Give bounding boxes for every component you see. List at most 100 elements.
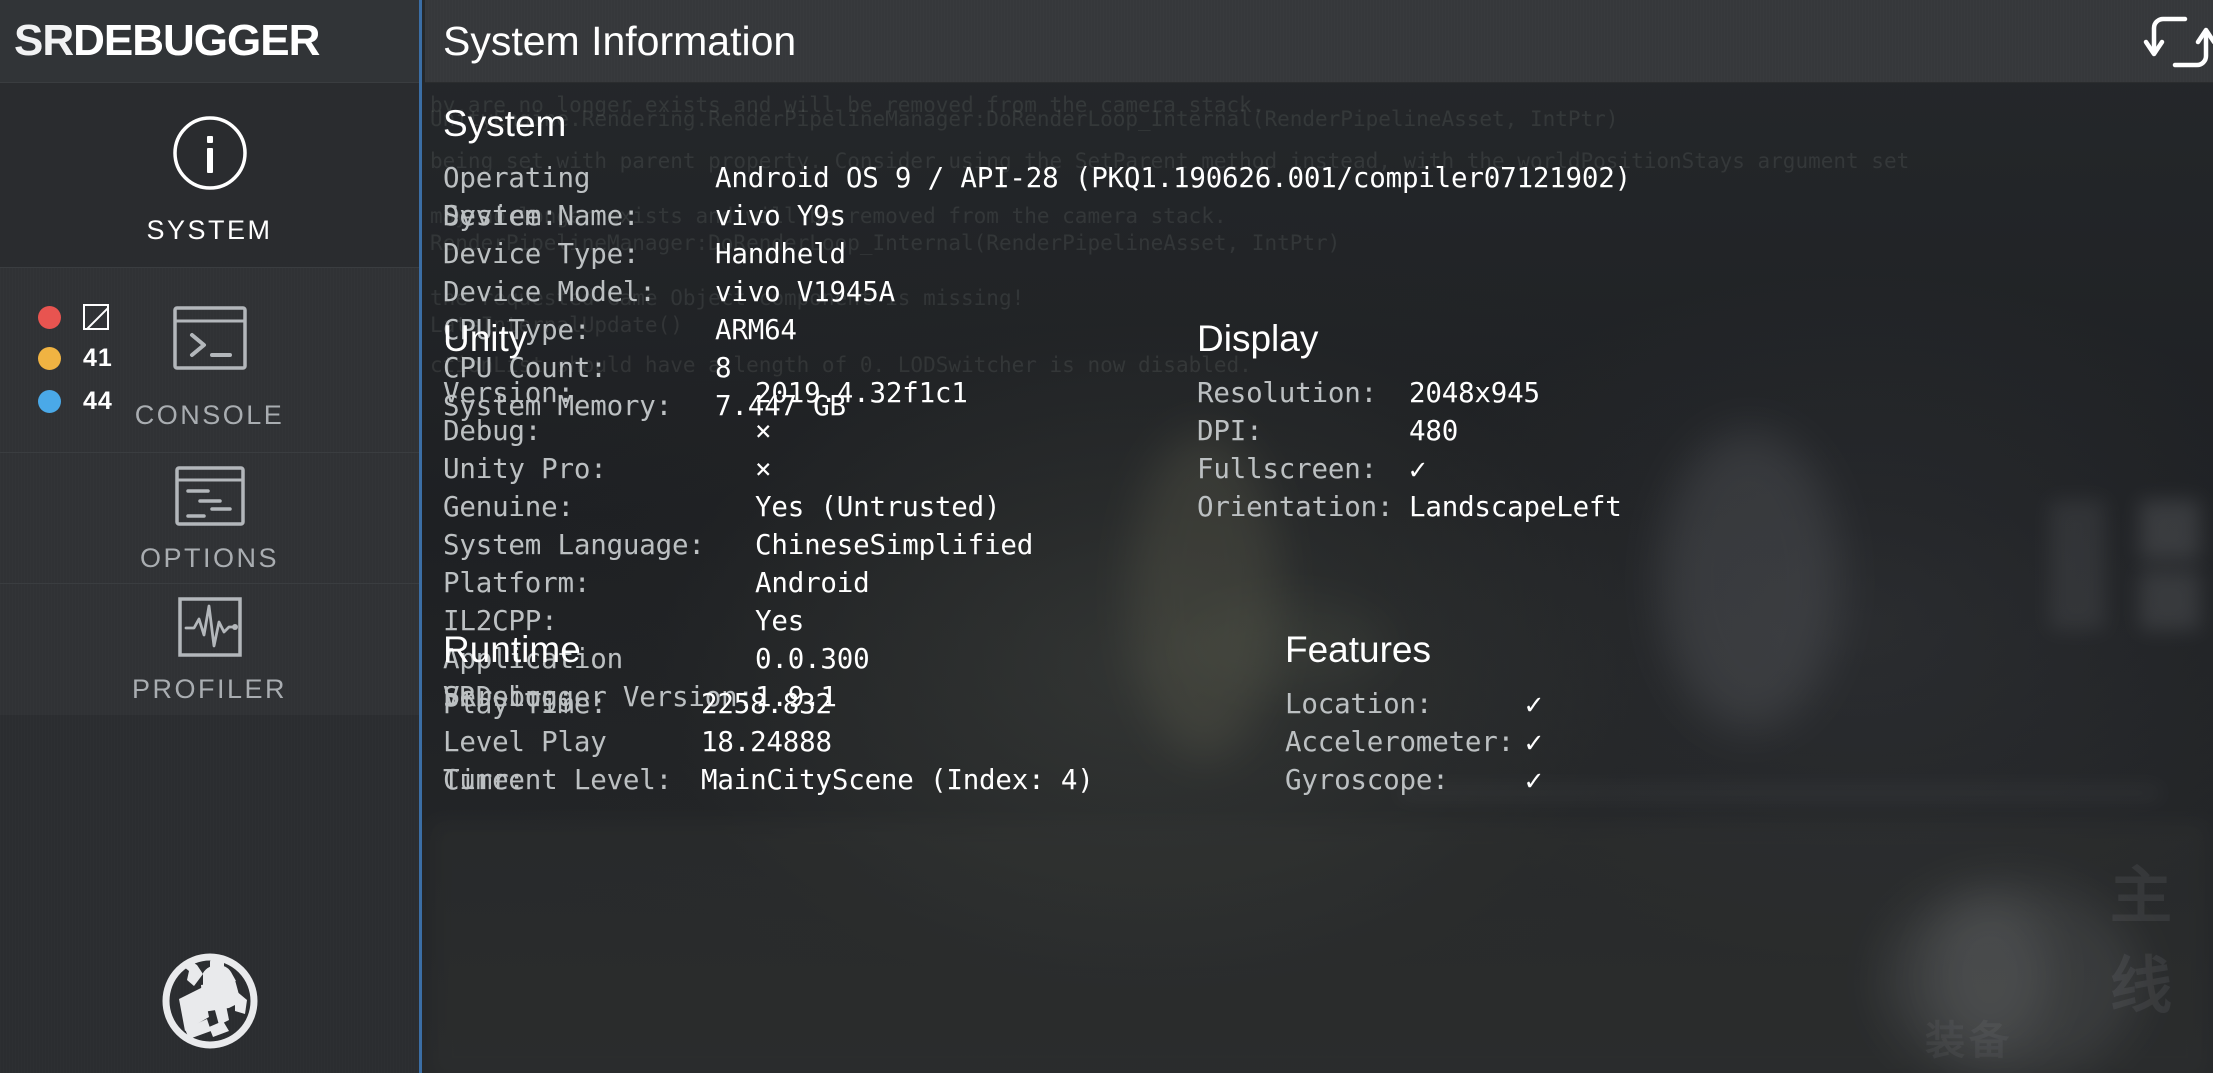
table-row: Orientation: LandscapeLeft xyxy=(1197,488,1622,526)
table-row: Gyroscope: ✓ xyxy=(1285,761,1542,799)
row-value: vivo Y9s xyxy=(715,200,846,232)
brand-prefix: SR xyxy=(14,16,74,65)
table-row: Device Type: Handheld xyxy=(443,235,1631,273)
brand-suffix: DEBUGGER xyxy=(73,16,320,65)
waveform-icon xyxy=(177,594,243,660)
table-row: Level Play Time: 18.24888 xyxy=(443,723,1094,796)
content-area: System Information System Operating Syst… xyxy=(425,0,2213,1073)
section-display: Display Resolution: 2048x945 DPI: 480 Full… xyxy=(1197,320,1622,526)
error-dot-icon xyxy=(38,305,61,329)
row-key: Play Time: xyxy=(443,688,607,720)
sidebar: SRDEBUGGER SYSTEM 41 44 CONSOLE OPTIONS … xyxy=(0,0,422,1073)
table-row: Play Time: 2258.832 xyxy=(443,685,1094,723)
table-row: Fullscreen: ✓ xyxy=(1197,450,1622,488)
row-value: Yes (Untrusted) xyxy=(755,491,1001,523)
section-system-title: System xyxy=(443,103,567,144)
row-key: Current Level: xyxy=(443,764,672,796)
row-value: vivo V1945A xyxy=(715,276,895,308)
table-row: Current Level: MainCityScene (Index: 4) xyxy=(443,761,1094,799)
table-row: Operating System: Android OS 9 / API-28 (… xyxy=(443,159,1631,232)
section-runtime: Runtime Play Time: 2258.832 Level Play Ti… xyxy=(443,631,1094,799)
brand-wordmark: SRDEBUGGER xyxy=(14,16,320,65)
options-window-icon xyxy=(174,463,246,529)
sidebar-item-console[interactable]: 41 44 CONSOLE xyxy=(0,268,419,453)
table-row: System Language: ChineseSimplified xyxy=(443,526,1033,564)
section-features: Features Location: ✓ Accelerometer: ✓ Gyro… xyxy=(1285,631,1542,799)
row-key: System Language: xyxy=(443,529,705,561)
sidebar-item-console-label: CONSOLE xyxy=(134,399,285,430)
section-display-rows: Resolution: 2048x945 DPI: 480 Fullscreen: ✓… xyxy=(1197,374,1622,526)
stompy-robot-logo xyxy=(0,943,419,1053)
table-row: Location: ✓ xyxy=(1285,685,1542,723)
row-value: LandscapeLeft xyxy=(1409,491,1622,523)
row-value: ✓ xyxy=(1525,687,1543,721)
row-key: Genuine: xyxy=(443,491,574,523)
badge-info: 44 xyxy=(38,387,113,416)
row-key: Resolution: xyxy=(1197,377,1377,409)
info-count: 44 xyxy=(83,387,113,415)
row-key: Unity Pro: xyxy=(443,453,607,485)
row-value: 18.24888 xyxy=(701,726,832,758)
row-value: × xyxy=(755,415,772,447)
row-key: Orientation: xyxy=(1197,491,1394,523)
row-value: 2258.832 xyxy=(701,688,832,720)
section-display-title: Display xyxy=(1197,318,1319,359)
system-information-panel: System Operating System: Android OS 9 / A… xyxy=(425,83,2213,1073)
row-value: 2019.4.32f1c1 xyxy=(755,377,968,409)
table-row: Version: 2019.4.32f1c1 xyxy=(443,374,1033,412)
row-value: 480 xyxy=(1409,415,1459,447)
table-row: Accelerometer: ✓ xyxy=(1285,723,1542,761)
row-key: Version: xyxy=(443,377,574,409)
section-unity-title: Unity xyxy=(443,318,528,359)
row-value: 2048x945 xyxy=(1409,377,1540,409)
info-circle-icon xyxy=(170,105,250,201)
top-bar: System Information xyxy=(425,0,2213,83)
row-key: Platform: xyxy=(443,567,591,599)
table-row: Genuine: Yes (Untrusted) xyxy=(443,488,1033,526)
row-value: ✓ xyxy=(1525,763,1543,797)
section-runtime-rows: Play Time: 2258.832 Level Play Time: 18.24… xyxy=(443,685,1094,799)
section-runtime-title: Runtime xyxy=(443,629,581,670)
sidebar-item-options[interactable]: OPTIONS xyxy=(0,453,419,584)
row-value: Android OS 9 / API-28 (PKQ1.190626.001/c… xyxy=(715,162,1631,194)
table-row: Debug: × xyxy=(443,412,1033,450)
row-key: Accelerometer: xyxy=(1285,726,1514,758)
sidebar-item-profiler-label: PROFILER xyxy=(131,674,288,704)
row-key: DPI: xyxy=(1197,415,1263,447)
sidebar-item-system-label: SYSTEM xyxy=(146,214,273,245)
row-key: Device Name: xyxy=(443,200,640,232)
warning-count: 41 xyxy=(83,344,113,372)
row-value: × xyxy=(755,453,772,485)
table-row: Device Model: vivo V1945A xyxy=(443,273,1631,311)
terminal-icon xyxy=(172,290,248,386)
table-row: DPI: 480 xyxy=(1197,412,1622,450)
refresh-cycle-icon[interactable] xyxy=(2141,8,2213,76)
sidebar-item-system[interactable]: SYSTEM xyxy=(0,83,419,268)
row-value: ✓ xyxy=(1409,452,1427,486)
table-row: Device Name: vivo Y9s xyxy=(443,197,1631,235)
row-key: Location: xyxy=(1285,688,1433,720)
row-key: Device Type: xyxy=(443,238,640,270)
row-key: Fullscreen: xyxy=(1197,453,1377,485)
table-row: Platform: Android xyxy=(443,564,1033,602)
row-value: Android xyxy=(755,567,870,599)
section-features-title: Features xyxy=(1285,629,1432,670)
console-badges: 41 44 xyxy=(38,290,113,430)
info-dot-icon xyxy=(38,390,61,413)
row-key: Device Model: xyxy=(443,276,656,308)
row-value: Handheld xyxy=(715,238,846,270)
error-count xyxy=(83,304,109,330)
table-row: Unity Pro: × xyxy=(443,450,1033,488)
warning-dot-icon xyxy=(38,347,61,370)
page-title: System Information xyxy=(443,17,797,64)
sidebar-item-profiler[interactable]: PROFILER xyxy=(0,584,419,715)
sidebar-item-options-label: OPTIONS xyxy=(139,542,279,573)
badge-warning: 41 xyxy=(38,344,113,373)
row-key: Gyroscope: xyxy=(1285,764,1449,796)
table-row: Resolution: 2048x945 xyxy=(1197,374,1622,412)
row-value: MainCityScene (Index: 4) xyxy=(701,764,1094,796)
row-value: ChineseSimplified xyxy=(755,529,1034,561)
row-value: ✓ xyxy=(1525,725,1543,759)
section-features-rows: Location: ✓ Accelerometer: ✓ Gyroscope: ✓ xyxy=(1285,685,1542,799)
badge-error xyxy=(38,304,113,330)
